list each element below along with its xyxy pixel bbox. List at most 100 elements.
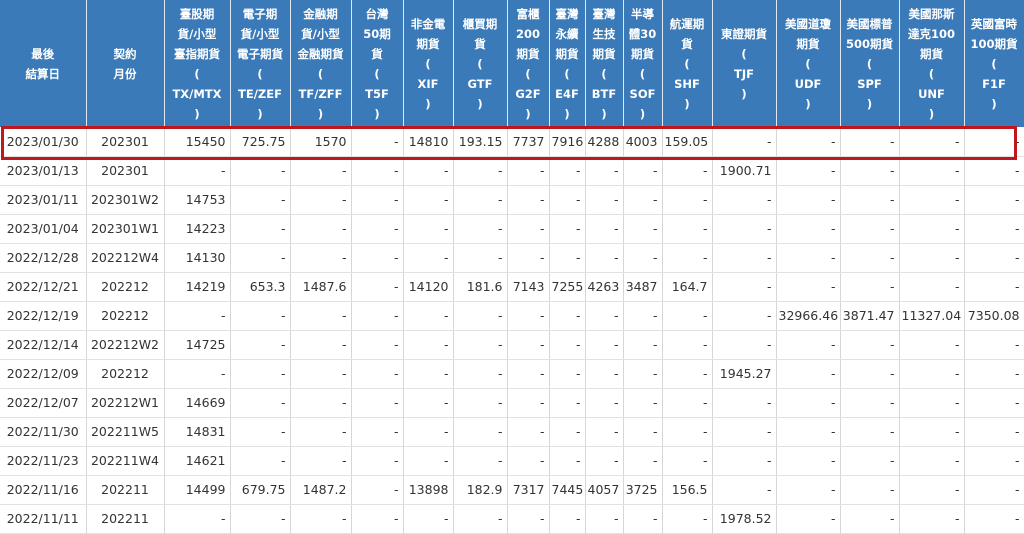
table-cell: - (899, 417, 965, 447)
column-header-line: ( (525, 66, 531, 81)
table-cell: - (712, 127, 777, 157)
column-header-line: ( (477, 56, 483, 71)
column-header-line: 貨 (474, 36, 486, 51)
column-header-line: 結算日 (25, 66, 61, 81)
column-header-line: ) (866, 96, 873, 111)
table-cell: - (351, 388, 404, 418)
table-cell: - (964, 272, 1024, 302)
table-cell: - (230, 417, 291, 447)
table-cell: - (585, 330, 624, 360)
table-cell: - (662, 504, 713, 534)
table-cell: 32966.46 (776, 301, 841, 331)
table-cell: - (964, 504, 1024, 534)
column-header-line: 櫃買期 (462, 16, 498, 31)
table-cell: 2022/11/23 (0, 446, 87, 476)
header-row: 最後 結算日 契約 月份 臺股期 貨/小型 臺指期貨(TX/MTX) 電子期 貨/小型 電子期貨(… (0, 0, 1024, 127)
column-header-line: 期貨 (592, 46, 616, 61)
column-header-line: 臺灣 (555, 6, 579, 21)
table-cell: - (776, 185, 841, 215)
table-cell: - (549, 417, 586, 447)
column-header-line: 電子期 (242, 6, 278, 21)
table-cell: 181.6 (453, 272, 508, 302)
column-header-3: 電子期 貨/小型 電子期貨 (TE/ZEF) (230, 0, 291, 127)
table-cell: - (403, 214, 454, 244)
table-cell: 2022/12/19 (0, 301, 87, 331)
table-cell: 7143 (507, 272, 550, 302)
table-cell: 1570 (290, 127, 352, 157)
table-cell: - (230, 504, 291, 534)
table-cell: - (662, 330, 713, 360)
table-cell: 2023/01/30 (0, 127, 87, 157)
table-cell: 202211 (86, 475, 165, 505)
column-header-line: ( (639, 66, 646, 81)
column-header-line: TJF (734, 66, 754, 81)
column-header-line: ) (639, 106, 646, 121)
column-header-line: 貨 (681, 36, 693, 51)
table-cell: - (585, 446, 624, 476)
table-cell: - (351, 475, 404, 505)
table-cell: 202211 (86, 504, 165, 534)
table-cell: - (712, 272, 777, 302)
table-body: 2023/01/30 202301 15450 725.75 1570 - 14810 193… (0, 127, 1024, 534)
table-cell: - (351, 185, 404, 215)
table-cell: 14130 (164, 243, 231, 273)
table-cell: - (964, 156, 1024, 186)
column-header-11: 半導 體30 期貨 (SOF) (623, 0, 663, 127)
table-cell: - (403, 417, 454, 447)
table-cell: - (776, 359, 841, 389)
table-cell: - (964, 388, 1024, 418)
column-header-line: 期貨 (796, 36, 820, 51)
table-cell: - (840, 156, 900, 186)
table-cell: - (899, 127, 965, 157)
table-cell: 14753 (164, 185, 231, 215)
table-cell: - (290, 388, 352, 418)
table-cell: - (507, 330, 550, 360)
column-header-line: 期貨 (920, 46, 943, 61)
table-cell: - (453, 156, 508, 186)
column-header-line: ( (866, 56, 873, 71)
table-cell: - (403, 243, 454, 273)
table-cell: - (712, 214, 777, 244)
table-cell: - (776, 156, 841, 186)
table-row: 2022/12/09 202212- - - - - - - - - - -1945.27- - - - (0, 359, 1024, 389)
table-cell: 3725 (623, 475, 663, 505)
column-header-line: 生技 (592, 26, 616, 41)
table-cell: 14120 (403, 272, 454, 302)
table-cell: - (290, 156, 352, 186)
table-cell: - (964, 330, 1024, 360)
column-header-line: ) (257, 106, 263, 121)
column-header-line: ( (374, 66, 380, 81)
table-cell: 202212W2 (86, 330, 165, 360)
table-cell: 14223 (164, 214, 231, 244)
table-cell: - (662, 417, 713, 447)
column-header-line: ( (805, 56, 811, 71)
table-cell: 2022/12/07 (0, 388, 87, 418)
table-cell: 1900.71 (712, 156, 777, 186)
table-row: 2022/12/21 202212 14219 653.3 1487.6-14120 18… (0, 272, 1024, 302)
table-cell: - (623, 446, 663, 476)
table-cell: - (840, 214, 900, 244)
table-cell: - (549, 446, 586, 476)
column-header-line: 臺股期 (179, 6, 215, 21)
table-header: 最後 結算日 契約 月份 臺股期 貨/小型 臺指期貨(TX/MTX) 電子期 貨/小型 電子期貨(… (0, 0, 1024, 127)
table-cell: - (403, 446, 454, 476)
column-header-line: ( (601, 66, 607, 81)
table-cell: - (712, 388, 777, 418)
table-cell: - (351, 417, 404, 447)
table-cell: - (549, 330, 586, 360)
table-cell: - (840, 388, 900, 418)
table-cell: 15450 (164, 127, 231, 157)
table-cell: - (230, 446, 291, 476)
table-cell: - (964, 359, 1024, 389)
column-header-line: ( (991, 56, 997, 71)
table-cell: - (623, 359, 663, 389)
table-cell: - (453, 330, 508, 360)
table-cell: - (899, 243, 965, 273)
table-cell: - (623, 243, 663, 273)
column-header-line: ) (991, 96, 997, 111)
table-cell: - (453, 214, 508, 244)
table-cell: 2023/01/11 (0, 185, 87, 215)
column-header-line: 50期 (363, 26, 391, 41)
table-cell: - (230, 214, 291, 244)
table-cell: - (351, 330, 404, 360)
